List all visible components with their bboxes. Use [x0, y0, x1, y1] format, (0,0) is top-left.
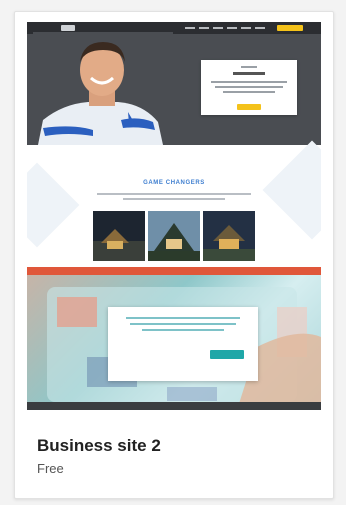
person-photo: [33, 32, 173, 145]
image-gallery: [93, 211, 255, 261]
gallery-image: [203, 211, 255, 261]
template-price: Free: [37, 461, 64, 476]
preview-logo: [61, 25, 75, 31]
template-name[interactable]: Business site 2: [37, 436, 161, 456]
preview-tablet-section: [27, 267, 321, 410]
template-preview[interactable]: GAME CHANGERS: [27, 22, 321, 410]
preview-footer-bar: [27, 402, 321, 410]
preview-features-section: GAME CHANGERS: [27, 140, 321, 267]
hero-cta-button: [237, 104, 261, 110]
template-card[interactable]: GAME CHANGERS Business site 2 Free: [14, 11, 334, 499]
preview-nav-links: [185, 27, 265, 30]
section-title: GAME CHANGERS: [143, 180, 205, 186]
decorative-shape: [27, 162, 80, 248]
gallery-image: [148, 211, 200, 261]
preview-hero: [27, 22, 321, 145]
hero-cta-box: [201, 60, 297, 115]
decorative-shape: [262, 140, 321, 240]
tablet-cta-box: [108, 307, 258, 381]
preview-nav-cta: [277, 25, 303, 31]
tablet-cta-button: [210, 350, 244, 359]
gallery-image: [93, 211, 145, 261]
